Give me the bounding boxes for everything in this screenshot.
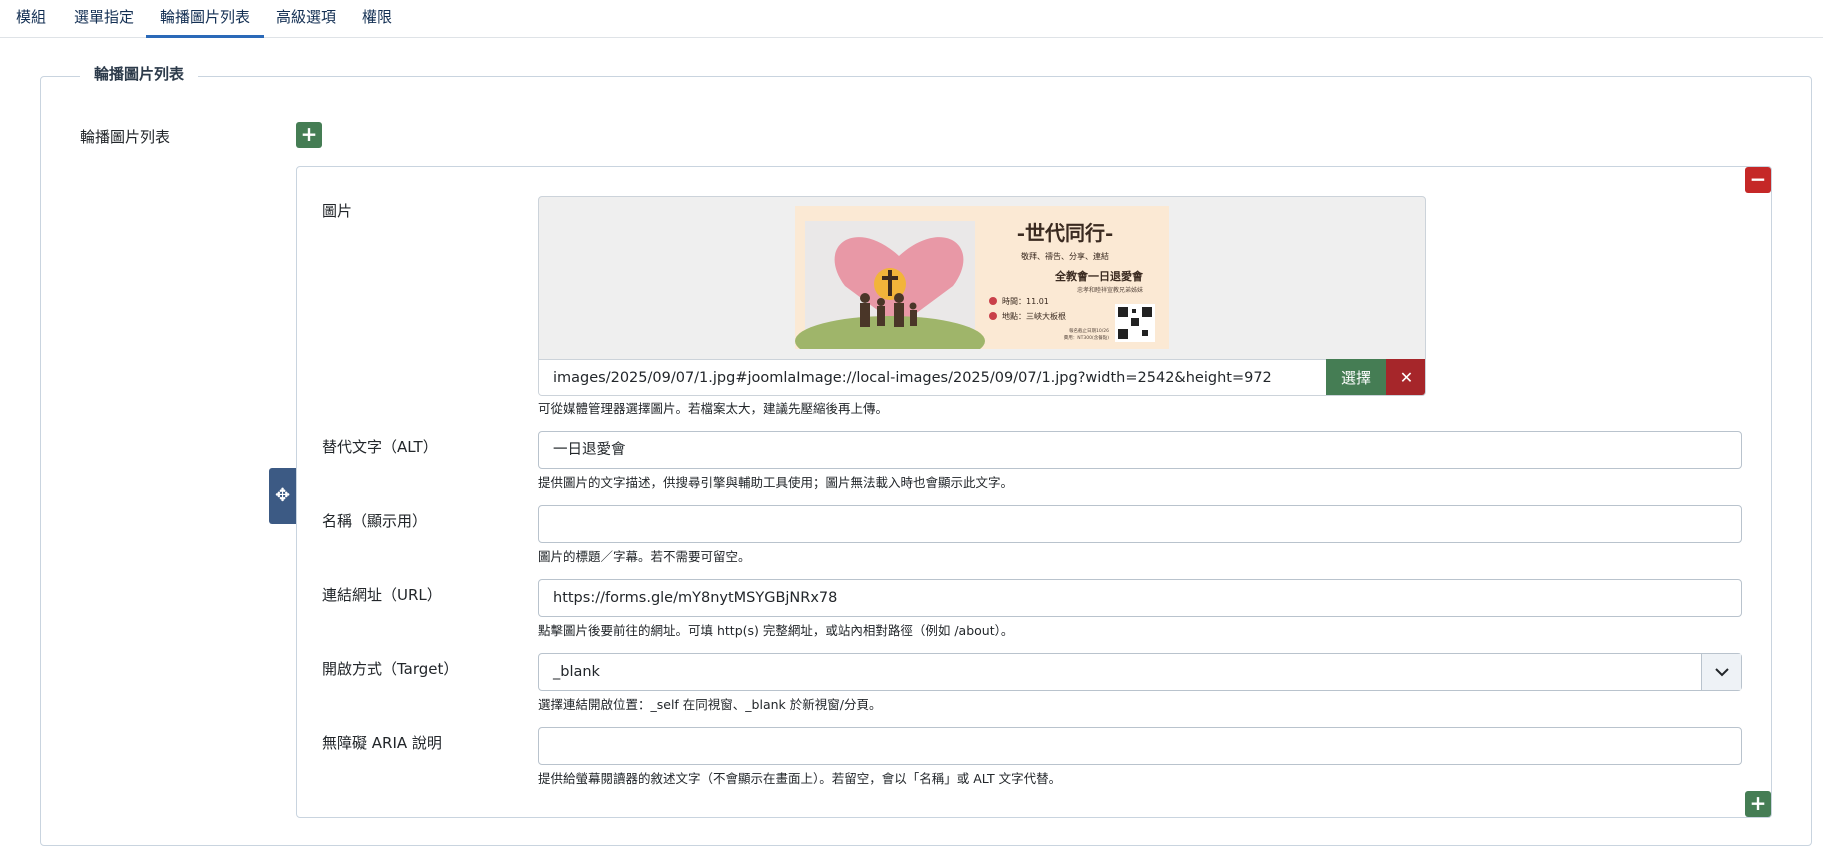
move-icon: ✥	[274, 485, 291, 506]
url-hint: 點擊圖片後要前往的網址。可填 http(s) 完整網址，或站內相對路徑（例如 /…	[538, 623, 1014, 638]
target-select-value: _blank	[553, 664, 600, 680]
remove-row-button[interactable]: −	[1745, 167, 1771, 193]
clear-image-button[interactable]: ✕	[1386, 359, 1425, 395]
caption-input[interactable]	[538, 505, 1742, 543]
image-label: 圖片	[322, 202, 353, 220]
alt-hint: 提供圖片的文字描述，供搜尋引擎與輔助工具使用；圖片無法載入時也會顯示此文字。	[538, 475, 1014, 490]
preview-title: -世代同行-	[1017, 221, 1114, 245]
url-label: 連結網址（URL）	[322, 586, 442, 604]
caption-hint: 圖片的標題／字幕。若不需要可留空。	[538, 549, 751, 564]
preview-footnote-1: 報名截止日期10/26	[1069, 327, 1109, 334]
alt-label: 替代文字（ALT）	[322, 438, 438, 456]
preview-time: 時間：11.01	[1002, 297, 1049, 306]
plus-icon: +	[300, 122, 318, 146]
tab-advanced[interactable]: 高級選項	[262, 0, 350, 38]
preview-footnote-2: 費用：NT300(含餐點)	[1064, 334, 1109, 341]
image-preview: -世代同行- 敬拜、禱告、分享、連結 全教會一日退愛會 忠孝和睦祥宣教兄弟姊妹 …	[795, 206, 1169, 349]
preview-graphic: -世代同行- 敬拜、禱告、分享、連結 全教會一日退愛會 忠孝和睦祥宣教兄弟姊妹 …	[795, 206, 1169, 349]
aria-hint: 提供給螢幕閱讀器的敘述文字（不會顯示在畫面上）。若留空，會以「名稱」或 ALT …	[538, 771, 1062, 786]
add-row-button[interactable]: +	[296, 122, 322, 148]
preview-place: 地點：三峽大板根	[1002, 311, 1066, 321]
preview-organizer: 忠孝和睦祥宣教兄弟姊妹	[1077, 286, 1143, 294]
aria-input[interactable]	[538, 727, 1742, 765]
select-image-button[interactable]: 選擇	[1326, 359, 1386, 395]
url-input[interactable]: https://forms.gle/mY8nytMSYGBjNRx78	[538, 579, 1742, 617]
chevron-down-icon	[1701, 654, 1741, 690]
tab-carousel-list[interactable]: 輪播圖片列表	[146, 0, 265, 38]
target-hint: 選擇連結開啟位置：_self 在同視窗、_blank 於新視窗/分頁。	[538, 697, 882, 712]
close-icon: ✕	[1399, 368, 1414, 387]
image-path-input[interactable]: images/2025/09/07/1.jpg#joomlaImage://lo…	[539, 359, 1326, 395]
carousel-list-label: 輪播圖片列表	[80, 128, 171, 146]
target-select[interactable]: _blank	[538, 653, 1742, 691]
add-row-after-button[interactable]: +	[1745, 791, 1771, 817]
tab-menu-assignment[interactable]: 選單指定	[60, 0, 148, 38]
aria-label: 無障礙 ARIA 說明	[322, 734, 442, 752]
tab-module[interactable]: 模組	[2, 0, 60, 38]
preview-event: 全教會一日退愛會	[1054, 269, 1144, 283]
fieldset-legend: 輪播圖片列表	[80, 63, 199, 84]
caption-label: 名稱（顯示用）	[322, 512, 428, 530]
target-label: 開啟方式（Target）	[322, 660, 459, 678]
tab-bar: 模組 選單指定 輪播圖片列表 高級選項 權限	[0, 0, 1823, 38]
plus-icon: +	[1749, 791, 1767, 815]
preview-subtitle: 敬拜、禱告、分享、連結	[1021, 251, 1109, 261]
drag-handle[interactable]: ✥	[269, 468, 296, 524]
minus-icon: −	[1749, 167, 1767, 191]
alt-input[interactable]: 一日退愛會	[538, 431, 1742, 469]
tab-permissions[interactable]: 權限	[348, 0, 406, 38]
image-hint: 可從媒體管理器選擇圖片。若檔案太大，建議先壓縮後再上傳。	[538, 401, 889, 416]
media-field: -世代同行- 敬拜、禱告、分享、連結 全教會一日退愛會 忠孝和睦祥宣教兄弟姊妹 …	[538, 196, 1426, 396]
